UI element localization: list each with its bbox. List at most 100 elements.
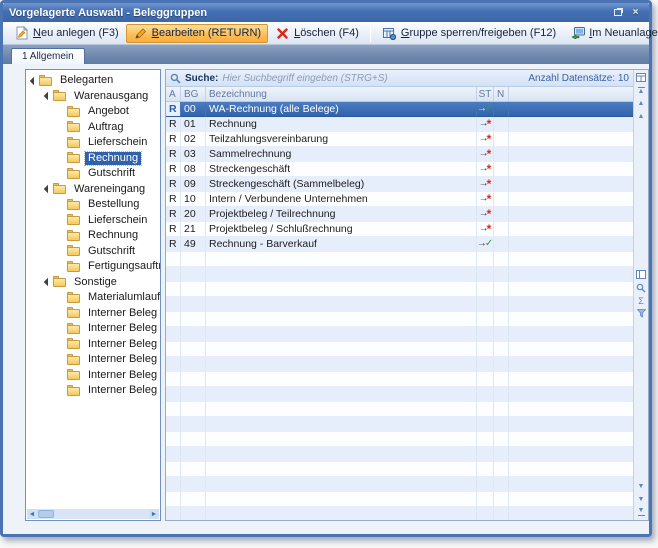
- scroll-left-icon[interactable]: ◄: [27, 509, 37, 519]
- table-row-empty: [166, 417, 633, 432]
- column-header-a[interactable]: A: [166, 87, 181, 101]
- close-button[interactable]: ×: [628, 6, 643, 19]
- table-row-empty: [166, 342, 633, 357]
- tree-item-rechnung[interactable]: Rechnung: [28, 151, 160, 167]
- edit-pencil-icon: [133, 26, 148, 41]
- table-row-bg-01[interactable]: R 01 Rechnung →*: [166, 117, 633, 132]
- tree-item-sonstige[interactable]: Sonstige: [28, 275, 160, 291]
- table-row-empty: [166, 462, 633, 477]
- folder-icon: [67, 230, 82, 242]
- scroll-to-top-icon[interactable]: ▲: [635, 84, 648, 97]
- tree-item-gutschrift[interactable]: Gutschrift: [28, 166, 160, 182]
- cell-a: R: [166, 237, 181, 252]
- filter-icon[interactable]: [635, 307, 648, 320]
- folder-icon: [67, 323, 82, 335]
- table-row-empty: [166, 402, 633, 417]
- tree-item-interner-beleg-5-pps[interactable]: Interner Beleg 5 (PPS): [28, 383, 160, 399]
- expand-triangle-icon[interactable]: [43, 92, 51, 100]
- folder-icon: [67, 292, 82, 304]
- search-label: Suche:: [185, 73, 218, 84]
- table-row-bg-02[interactable]: R 02 Teilzahlungsvereinbarung →*: [166, 132, 633, 147]
- cell-bg: 49: [181, 237, 206, 252]
- cell-a: R: [166, 192, 181, 207]
- folder-icon: [39, 75, 54, 87]
- tree-item-gutschrift[interactable]: Gutschrift: [28, 244, 160, 260]
- table-row-bg-49[interactable]: R 49 Rechnung - Barverkauf →✓: [166, 237, 633, 252]
- tree-item-auftrag[interactable]: Auftrag: [28, 120, 160, 136]
- table-header: ABGBezeichnungSTN: [166, 87, 633, 102]
- table-row-bg-21[interactable]: R 21 Projektbeleg / Schlußrechnung →*: [166, 222, 633, 237]
- restore-button[interactable]: [610, 6, 625, 19]
- sum-icon[interactable]: Σ: [635, 294, 648, 307]
- search-icon: [170, 73, 181, 84]
- zoom-icon[interactable]: [635, 281, 648, 294]
- column-header-st[interactable]: ST: [477, 87, 494, 101]
- table-row-bg-03[interactable]: R 03 Sammelrechnung →*: [166, 147, 633, 162]
- tree-item-interner-beleg-4-pps[interactable]: Interner Beleg 4 (PPS): [28, 368, 160, 384]
- cell-st: →*: [477, 117, 494, 132]
- cell-a: R: [166, 102, 181, 117]
- column-header-bezeichnung[interactable]: Bezeichnung: [206, 87, 477, 101]
- tree-item-rechnung[interactable]: Rechnung: [28, 228, 160, 244]
- column-chooser-icon[interactable]: [635, 71, 648, 84]
- expand-triangle-icon[interactable]: [29, 77, 37, 85]
- row-up-icon[interactable]: ▲: [635, 97, 648, 110]
- column-header-n[interactable]: N: [494, 87, 509, 101]
- tree-item-bestellung[interactable]: Bestellung: [28, 197, 160, 213]
- search-bar[interactable]: Suche: Hier Suchbegriff eingeben (STRG+S…: [166, 70, 633, 87]
- table-row-bg-09[interactable]: R 09 Streckengeschäft (Sammelbeleg) →*: [166, 177, 633, 192]
- cell-st: →*: [477, 177, 494, 192]
- table-row-empty: [166, 432, 633, 447]
- cell-bezeichnung: Rechnung: [206, 117, 477, 132]
- cell-n: [494, 102, 509, 117]
- tree-item-warenausgang[interactable]: Warenausgang: [28, 89, 160, 105]
- page-down-icon[interactable]: ▼: [635, 493, 648, 506]
- tree-item-interner-beleg-3-pps[interactable]: Interner Beleg 3 (PPS): [28, 352, 160, 368]
- arrow-red-asterisk-icon: →*: [479, 164, 492, 174]
- cell-bezeichnung: WA-Rechnung (alle Belege): [206, 102, 477, 117]
- table-row-bg-08[interactable]: R 08 Streckengeschäft →*: [166, 162, 633, 177]
- table-row-empty: [166, 372, 633, 387]
- tree-item-belegarten[interactable]: Belegarten: [28, 73, 160, 89]
- table-row-bg-20[interactable]: R 20 Projektbeleg / Teilrechnung →*: [166, 207, 633, 222]
- tree-item-wareneingang[interactable]: Wareneingang: [28, 182, 160, 198]
- scrollbar-thumb[interactable]: [38, 510, 54, 518]
- tree-item-angebot[interactable]: Angebot: [28, 104, 160, 120]
- table-row-empty: [166, 297, 633, 312]
- column-header-filler: [509, 87, 633, 101]
- new-document-icon: [14, 26, 29, 41]
- tab-allgemein[interactable]: 1 Allgemein: [11, 48, 85, 64]
- tree-item-interner-beleg-2-pps[interactable]: Interner Beleg 2 (PPS): [28, 337, 160, 353]
- tree-horizontal-scrollbar[interactable]: ◄ ►: [27, 509, 159, 519]
- toolbar-button-neu-anlegen[interactable]: Neu anlegen (F3): [7, 24, 126, 43]
- tree-item-materialumlauf-reparatur[interactable]: Materialumlauf/Reparatur: [28, 290, 160, 306]
- card-view-icon[interactable]: [635, 268, 648, 281]
- tree-item-fertigungsauftrag-pps[interactable]: Fertigungsauftrag (PPS): [28, 259, 160, 275]
- cell-n: [494, 132, 509, 147]
- toolbar-button-gruppe-sperren[interactable]: Gruppe sperren/freigeben (F12): [375, 24, 563, 43]
- table-row-bg-10[interactable]: R 10 Intern / Verbundene Unternehmen →*: [166, 192, 633, 207]
- row-down-icon[interactable]: ▼: [635, 480, 648, 493]
- column-header-bg[interactable]: BG: [181, 87, 206, 101]
- table-row-empty: [166, 267, 633, 282]
- table-row-empty: [166, 507, 633, 520]
- toolbar-button-loeschen[interactable]: Löschen (F4): [268, 24, 366, 43]
- toolbar: Neu anlegen (F3) Bearbeiten (RETURN) Lös…: [3, 22, 649, 45]
- tree-item-interner-beleg[interactable]: Interner Beleg: [28, 306, 160, 322]
- tree-item-lieferschein[interactable]: Lieferschein: [28, 135, 160, 151]
- toolbar-button-neuanlageassistent[interactable]: Im Neuanlageassistent anzeigen/sperren: [563, 24, 658, 43]
- cell-a: R: [166, 207, 181, 222]
- page-up-icon[interactable]: ▲: [635, 110, 648, 123]
- table-row-bg-00[interactable]: R 00 WA-Rechnung (alle Belege) →✓: [166, 102, 633, 117]
- folder-icon: [67, 137, 82, 149]
- cell-bezeichnung: Teilzahlungsvereinbarung: [206, 132, 477, 147]
- expand-triangle-icon[interactable]: [43, 185, 51, 193]
- tree-item-lieferschein[interactable]: Lieferschein: [28, 213, 160, 229]
- search-input[interactable]: Hier Suchbegriff eingeben (STRG+S): [222, 73, 524, 84]
- toolbar-button-bearbeiten[interactable]: Bearbeiten (RETURN): [126, 24, 268, 43]
- scroll-to-bottom-icon[interactable]: ▼: [635, 506, 648, 519]
- toolbar-button-label: Gruppe sperren/freigeben (F12): [401, 27, 556, 39]
- scroll-right-icon[interactable]: ►: [149, 509, 159, 519]
- tree-item-interner-beleg-1-pps[interactable]: Interner Beleg 1 (PPS): [28, 321, 160, 337]
- expand-triangle-icon[interactable]: [43, 278, 51, 286]
